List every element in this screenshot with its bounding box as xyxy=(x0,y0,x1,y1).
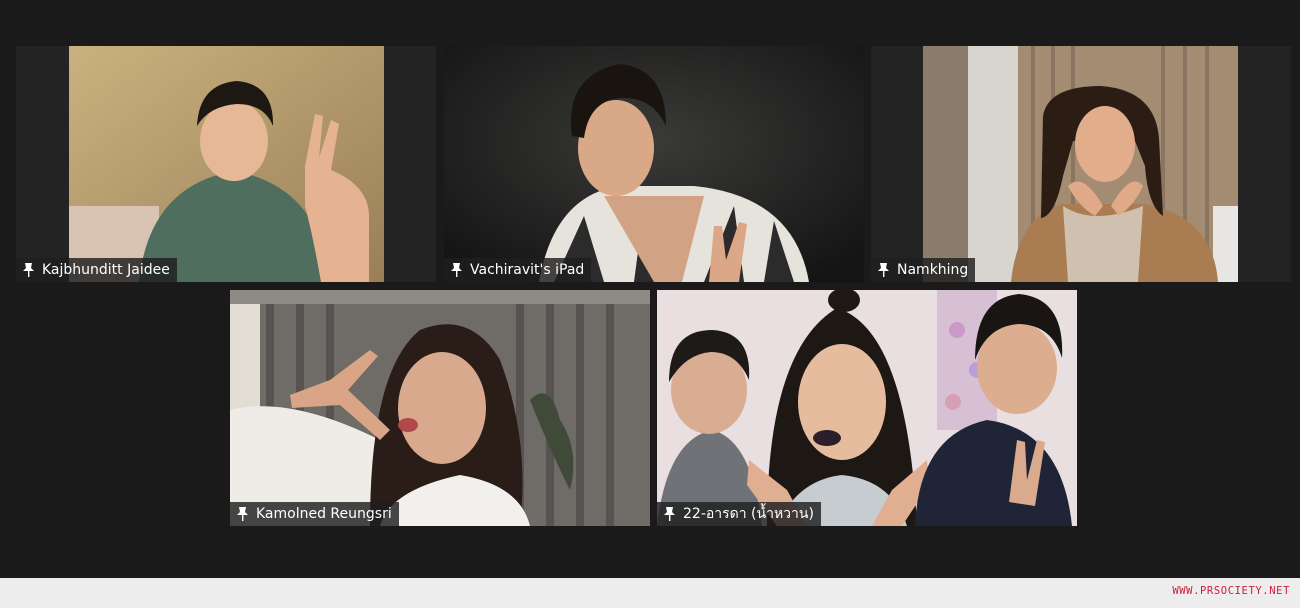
participant-name-label: Namkhing xyxy=(897,262,969,278)
participant-name-label: Vachiravit's iPad xyxy=(470,262,585,278)
participant-video-5 xyxy=(657,290,1077,526)
participant-name-tag-4: Kamolned Reungsri xyxy=(230,502,399,526)
watermark-text: WWW.PRSOCIETY.NET xyxy=(1172,585,1290,597)
participant-tile-2[interactable]: Vachiravit's iPad xyxy=(444,46,864,282)
participant-name-tag-1: Kajbhunditt Jaidee xyxy=(16,258,177,282)
participant-name-label: Kajbhunditt Jaidee xyxy=(42,262,170,278)
pin-icon xyxy=(878,263,889,277)
participant-video-3 xyxy=(923,46,1238,282)
footer-bar: WWW.PRSOCIETY.NET xyxy=(0,578,1300,608)
participant-video-2 xyxy=(444,46,864,282)
participant-name-tag-3: Namkhing xyxy=(871,258,976,282)
participant-name-tag-2: Vachiravit's iPad xyxy=(444,258,592,282)
participant-video-4 xyxy=(230,290,650,526)
participant-name-label: 22-อารดา (น้ำหวาน) xyxy=(683,506,814,522)
participant-video-1 xyxy=(69,46,384,282)
pin-icon xyxy=(237,507,248,521)
gallery-view: Kajbhunditt Jaidee Vachiravit's iPad Nam… xyxy=(0,0,1300,578)
participant-tile-3[interactable]: Namkhing xyxy=(871,46,1291,282)
pin-icon xyxy=(23,263,34,277)
participant-tile-4[interactable]: Kamolned Reungsri xyxy=(230,290,650,526)
pin-icon xyxy=(664,507,675,521)
participant-name-label: Kamolned Reungsri xyxy=(256,506,392,522)
pin-icon xyxy=(451,263,462,277)
participant-name-tag-5: 22-อารดา (น้ำหวาน) xyxy=(657,502,821,526)
participant-tile-5[interactable]: 22-อารดา (น้ำหวาน) xyxy=(657,290,1077,526)
participant-tile-1[interactable]: Kajbhunditt Jaidee xyxy=(16,46,436,282)
